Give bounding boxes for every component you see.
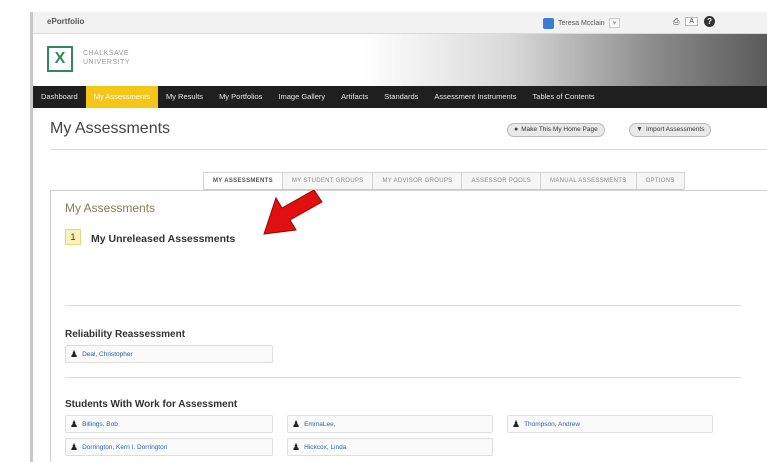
font-size-button[interactable]: A [685, 17, 699, 26]
red-arrow-annotation-icon [263, 190, 323, 235]
import-assessments-button[interactable]: ▼ Import Assessments [629, 123, 712, 137]
reliability-person[interactable]: ♟ Deal, Christopher [65, 345, 273, 363]
university-line-2: UNIVERSITY [83, 59, 131, 66]
student-name: Thompson, Andrew [524, 420, 581, 428]
nav-image-gallery[interactable]: Image Gallery [270, 86, 333, 108]
section-divider [65, 305, 741, 306]
main-nav: Dashboard My Assessments My Results My P… [33, 86, 767, 108]
page-title: My Assessments [50, 120, 171, 137]
import-icon: ▼ [636, 126, 643, 133]
student-card[interactable]: ♟ Hickcox, Linda [287, 438, 493, 456]
make-home-page-button[interactable]: ● Make This My Home Page [507, 123, 605, 137]
university-logo-icon[interactable]: X [47, 46, 73, 72]
student-name: EmmaLee, [304, 420, 336, 428]
brand-header: X CHALKSAVE UNIVERSITY [33, 34, 767, 86]
student-card[interactable]: ♟ Billings, Bob [65, 415, 273, 433]
student-name: Hickcox, Linda [304, 443, 347, 451]
student-card[interactable]: ♟ EmmaLee, [287, 415, 493, 433]
tab-options[interactable]: OPTIONS [635, 172, 685, 189]
student-card[interactable]: ♟ Thompson, Andrew [507, 415, 713, 433]
unreleased-assessments-heading[interactable]: My Unreleased Assessments [91, 233, 235, 245]
university-name: CHALKSAVE UNIVERSITY [83, 49, 130, 67]
tab-assessor-pools[interactable]: ASSESSOR POOLS [461, 172, 542, 189]
students-title: Students With Work for Assessment [65, 399, 238, 410]
tab-my-advisor-groups[interactable]: MY ADVISOR GROUPS [372, 172, 463, 189]
help-icon[interactable]: ? [704, 16, 716, 27]
nav-tables-of-contents[interactable]: Tables of Contents [525, 86, 603, 108]
unreleased-count-badge: 1 [65, 229, 81, 245]
assessments-panel: My Assessments 1 My Unreleased Assessmen… [50, 190, 767, 462]
app-name[interactable]: ePortfolio [47, 17, 84, 26]
tab-my-assessments[interactable]: MY ASSESSMENTS [203, 172, 283, 189]
person-icon: ♟ [292, 418, 301, 429]
chevron-down-icon[interactable]: ▾ [608, 18, 621, 28]
app-window: ePortfolio Teresa Mcclain ▾ ⎙ A ? X CHAL… [30, 12, 767, 462]
toolbar: ⎙ A ? [673, 16, 716, 27]
nav-my-assessments[interactable]: My Assessments [85, 86, 158, 108]
assessment-tabs: MY ASSESSMENTS MY STUDENT GROUPS MY ADVI… [203, 172, 685, 190]
tab-manual-assessments[interactable]: MANUAL ASSESSMENTS [540, 172, 637, 189]
section-divider [65, 377, 741, 378]
student-name: Billings, Bob [82, 420, 118, 428]
title-divider [50, 149, 767, 150]
user-menu[interactable]: Teresa Mcclain ▾ [543, 16, 621, 30]
import-assessments-label: Import Assessments [645, 126, 705, 133]
home-icon: ● [514, 126, 519, 133]
panel-title: My Assessments [65, 201, 156, 215]
person-name: Deal, Christopher [82, 350, 133, 358]
person-icon: ♟ [512, 418, 521, 429]
nav-artifacts[interactable]: Artifacts [333, 86, 376, 108]
reliability-title: Reliability Reassessment [65, 329, 186, 340]
person-icon: ♟ [70, 441, 79, 452]
nav-dashboard[interactable]: Dashboard [33, 86, 86, 108]
nav-my-results[interactable]: My Results [158, 86, 211, 108]
university-line-1: CHALKSAVE [83, 50, 129, 57]
nav-my-portfolios[interactable]: My Portfolios [211, 86, 270, 108]
user-avatar-icon [543, 17, 554, 29]
make-home-page-label: Make This My Home Page [521, 126, 598, 133]
top-bar: ePortfolio Teresa Mcclain ▾ ⎙ A ? [33, 12, 767, 34]
print-icon[interactable]: ⎙ [673, 17, 679, 27]
user-name: Teresa Mcclain [558, 19, 605, 27]
student-card[interactable]: ♟ Dorrington, Kerri I. Dorrington [65, 438, 273, 456]
nav-assessment-instruments[interactable]: Assessment Instruments [426, 86, 524, 108]
tab-my-student-groups[interactable]: MY STUDENT GROUPS [281, 172, 374, 189]
student-name: Dorrington, Kerri I. Dorrington [82, 443, 168, 451]
person-icon: ♟ [70, 418, 79, 429]
person-icon: ♟ [292, 441, 301, 452]
person-icon: ♟ [70, 348, 79, 359]
nav-standards[interactable]: Standards [376, 86, 426, 108]
